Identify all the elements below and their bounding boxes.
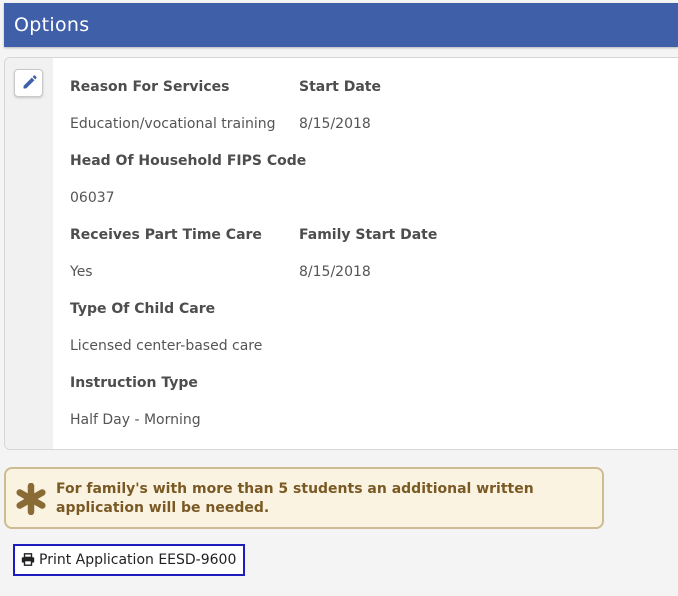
info-notice: For family's with more than 5 students a… (4, 467, 604, 529)
receives-part-time-care-label: Receives Part Time Care (70, 227, 262, 243)
receives-part-time-care-value: Yes (70, 264, 93, 280)
reason-for-services-value: Education/vocational training (70, 116, 276, 132)
type-of-child-care-label: Type Of Child Care (70, 301, 216, 317)
family-start-date-value: 8/15/2018 (299, 264, 371, 280)
instruction-type-value: Half Day - Morning (70, 412, 201, 428)
start-date-label: Start Date (299, 79, 381, 95)
asterisk-icon (15, 482, 47, 519)
print-application-button[interactable]: Print Application EESD-9600 (13, 544, 246, 576)
head-of-household-fips-label: Head Of Household FIPS Code (70, 153, 307, 169)
start-date-value: 8/15/2018 (299, 116, 371, 132)
head-of-household-fips-value: 06037 (70, 190, 115, 206)
card-sidebar (5, 58, 53, 449)
print-application-label: Print Application EESD-9600 (39, 552, 237, 568)
instruction-type-label: Instruction Type (70, 375, 198, 391)
page-title: Options (14, 14, 90, 36)
edit-button[interactable] (14, 69, 43, 97)
options-header: Options (4, 3, 678, 47)
type-of-child-care-value: Licensed center-based care (70, 338, 263, 354)
options-card: Reason For Services Start Date Education… (4, 57, 678, 450)
printer-icon (21, 551, 39, 570)
family-start-date-label: Family Start Date (299, 227, 438, 243)
notice-text: For family's with more than 5 students a… (56, 481, 534, 516)
reason-for-services-label: Reason For Services (70, 79, 230, 95)
